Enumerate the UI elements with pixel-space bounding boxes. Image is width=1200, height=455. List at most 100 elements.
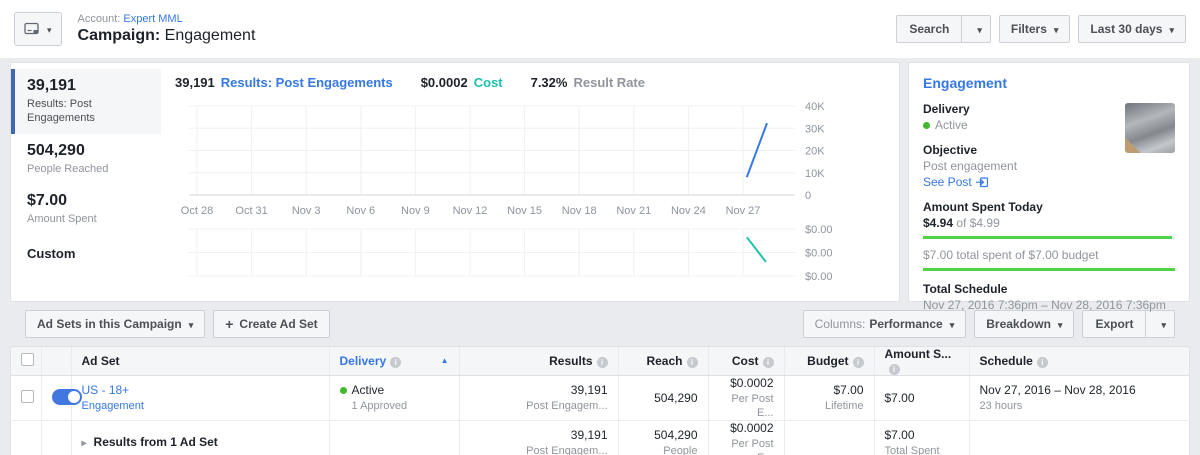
campaign-label: Campaign: [78, 27, 161, 44]
svg-text:Oct 28: Oct 28 [181, 205, 213, 217]
custom-metrics-link[interactable]: Custom [11, 234, 161, 261]
metric-item-amount-spent[interactable]: $7.00 Amount Spent [11, 184, 161, 234]
campaign-name: Engagement [165, 27, 256, 44]
adsets-scope-dropdown[interactable]: Ad Sets in this Campaign [25, 310, 205, 338]
account-link[interactable]: Expert MML [123, 13, 182, 25]
chart-results-label[interactable]: Results: Post Engagements [221, 75, 393, 90]
svg-text:10K: 10K [805, 168, 825, 180]
total-schedule-value: Nov 27, 2016 7:36pm – Nov 28, 2016 7:36p… [923, 298, 1175, 312]
chevron-down-icon [1161, 317, 1166, 331]
chart-rate-value: 7.32% [531, 75, 568, 90]
filters-button[interactable]: Filters [999, 15, 1071, 43]
export-button[interactable]: Export [1082, 310, 1175, 338]
ads-manager-menu-button[interactable] [14, 12, 62, 46]
info-icon[interactable] [763, 357, 774, 368]
col-header-amount-spent[interactable]: Amount S... [874, 347, 969, 376]
columns-label: Columns: [815, 317, 866, 331]
adset-active-toggle[interactable] [52, 389, 82, 405]
page-title: Campaign: Engagement [78, 27, 897, 45]
summary-row: Results from 1 Ad Set 39,191 Post Engage… [11, 421, 1189, 455]
info-icon[interactable] [687, 357, 698, 368]
metric-label: Results: Post Engagements [27, 97, 151, 126]
search-dropdown-button[interactable] [961, 16, 990, 42]
metric-value: 504,290 [27, 142, 151, 160]
post-thumbnail[interactable] [1125, 103, 1175, 153]
col-header-schedule[interactable]: Schedule [969, 347, 1189, 376]
chevron-down-icon [1054, 22, 1059, 36]
info-icon[interactable] [889, 364, 900, 375]
campaign-title-link[interactable]: Engagement [923, 75, 1175, 91]
svg-text:$0.00: $0.00 [805, 224, 833, 236]
cost-metric: Per Post E... [719, 437, 774, 455]
create-adset-button[interactable]: + Create Ad Set [213, 310, 329, 338]
col-header-label: Delivery [340, 354, 387, 368]
metric-item-results[interactable]: 39,191 Results: Post Engagements [11, 69, 161, 134]
svg-text:40K: 40K [805, 101, 825, 113]
search-button[interactable]: Search [896, 15, 991, 43]
svg-text:Nov 12: Nov 12 [453, 205, 488, 217]
amount-spent-today-label: Amount Spent Today [923, 200, 1175, 214]
col-header-delivery[interactable]: Delivery [329, 347, 459, 376]
chevron-down-icon [977, 22, 982, 36]
col-header-cost[interactable]: Cost [708, 347, 784, 376]
col-header-toggle [41, 347, 71, 376]
date-range-button[interactable]: Last 30 days [1078, 15, 1186, 43]
delivery-status: Active [935, 118, 968, 132]
breakdown-label: Breakdown [986, 317, 1051, 331]
info-icon[interactable] [390, 357, 401, 368]
svg-text:30K: 30K [805, 123, 825, 135]
expand-row-icon[interactable] [82, 438, 87, 449]
info-icon[interactable] [853, 357, 864, 368]
row-checkbox[interactable] [21, 390, 34, 403]
col-header-adset[interactable]: Ad Set [71, 347, 329, 376]
col-header-label: Schedule [980, 354, 1033, 368]
reach-metric: People [629, 444, 698, 455]
chevron-down-icon [950, 317, 955, 331]
svg-text:Nov 18: Nov 18 [562, 205, 597, 217]
metric-item-people-reached[interactable]: 504,290 People Reached [11, 134, 161, 184]
col-header-reach[interactable]: Reach [618, 347, 708, 376]
title-block: Account: Expert MML Campaign: Engagement [78, 13, 897, 45]
columns-dropdown[interactable]: Columns: Performance [803, 310, 967, 338]
delivery-status: Active [352, 383, 385, 398]
chart-cost-label[interactable]: Cost [474, 75, 503, 90]
info-icon[interactable] [597, 357, 608, 368]
daily-budget-progress-bar [923, 236, 1175, 239]
col-header-label: Cost [732, 354, 759, 368]
select-all-checkbox[interactable] [21, 353, 34, 366]
results-metric: Post Engagem... [470, 444, 608, 455]
col-header-results[interactable]: Results [459, 347, 618, 376]
performance-panel: 39,191 Results: Post Engagements 504,290… [10, 62, 900, 302]
sort-ascending-icon[interactable] [441, 356, 449, 365]
search-button-label[interactable]: Search [897, 16, 961, 42]
cost-value: $0.0002 [719, 421, 774, 436]
total-budget-progress-bar [923, 268, 1175, 271]
columns-value: Performance [869, 317, 942, 331]
info-icon[interactable] [1037, 357, 1048, 368]
svg-text:Nov 9: Nov 9 [401, 205, 430, 217]
export-label[interactable]: Export [1083, 311, 1145, 337]
export-dropdown-button[interactable] [1145, 311, 1174, 337]
svg-text:$0.00: $0.00 [805, 271, 833, 283]
reach-value: 504,290 [629, 428, 698, 443]
amount-spent-today-value: $4.94 [923, 216, 953, 230]
svg-text:Nov 27: Nov 27 [726, 205, 761, 217]
adsets-toolbar: Ad Sets in this Campaign + Create Ad Set… [25, 310, 1190, 338]
adset-campaign-link[interactable]: Engagement [82, 400, 144, 412]
open-post-icon [976, 176, 988, 188]
svg-text:20K: 20K [805, 146, 825, 158]
chart-rate-label[interactable]: Result Rate [573, 75, 645, 90]
breakdown-dropdown[interactable]: Breakdown [974, 310, 1074, 338]
budget-value: $7.00 [795, 383, 864, 398]
results-metric: Post Engagem... [470, 399, 608, 413]
plus-icon: + [225, 317, 233, 331]
see-post-link[interactable]: See Post [923, 175, 1175, 189]
campaign-icon [24, 22, 41, 36]
top-header: Account: Expert MML Campaign: Engagement… [0, 0, 1200, 58]
col-header-budget[interactable]: Budget [784, 347, 874, 376]
cost-metric: Per Post E... [719, 392, 774, 420]
table-header-row: Ad Set Delivery Results Reach Cost Budge… [11, 347, 1189, 376]
chevron-down-icon [1169, 22, 1174, 36]
summary-row-label: Results from 1 Ad Set [94, 435, 218, 449]
adset-name-link[interactable]: US - 18+ [82, 383, 130, 397]
